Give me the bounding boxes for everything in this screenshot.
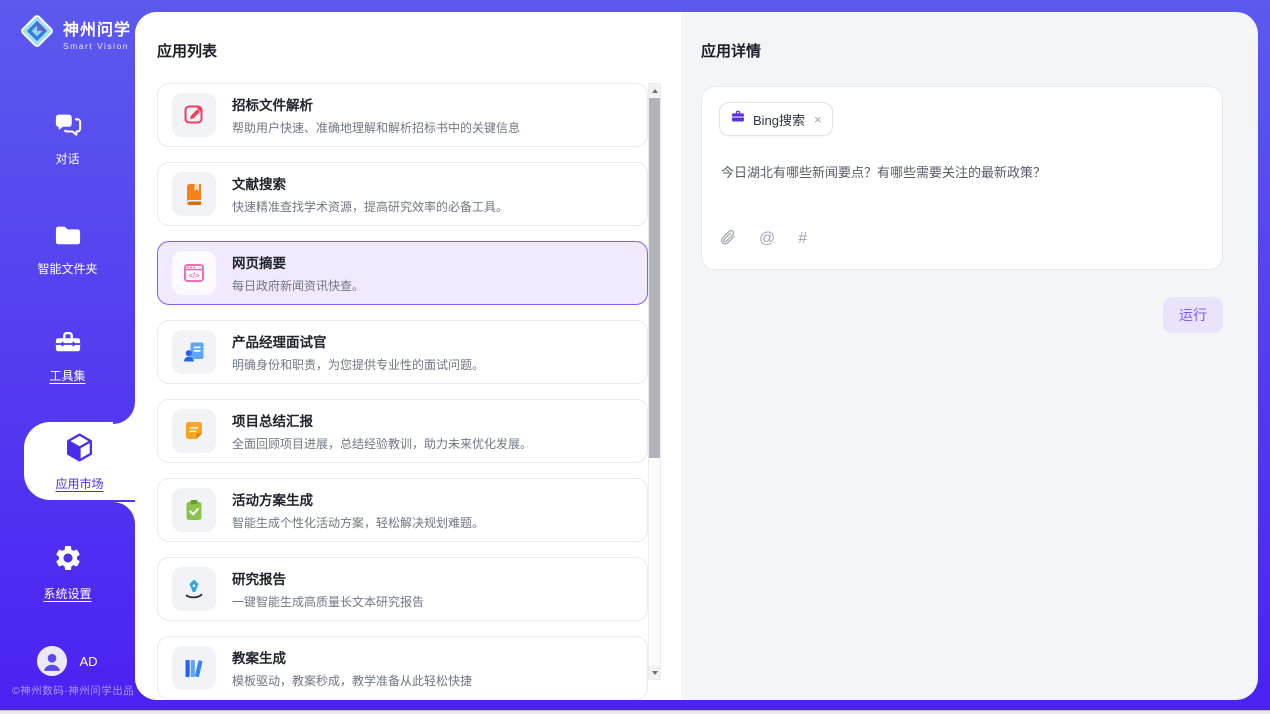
books-icon [172,646,216,690]
chat-icon [53,110,83,143]
pen-nib-icon [172,567,216,611]
paperclip-icon[interactable] [719,228,736,251]
app-card-pm-interviewer[interactable]: 产品经理面试官 明确身份和职责，为您提供专业性的面试问题。 [157,320,648,384]
app-detail-title: 应用详情 [701,40,1223,61]
tender-edit-icon [172,93,216,137]
app-detail-panel: 应用详情 Bing搜索 × 今日湖北有哪些新闻要点？有哪些需要关注的最新政策？ [681,12,1258,700]
app-card-title: 网页摘要 [232,252,364,272]
app-card-title: 文献搜索 [232,173,508,193]
app-card-description: 快速精准查找学术资源，提高研究效率的必备工具。 [232,198,508,215]
sidebar-footer: ©神州数码·神州问学出品 [12,683,134,698]
sidebar-item-label: 智能文件夹 [37,260,97,277]
sidebar-item-label: 应用市场 [55,475,103,492]
app-card-description: 智能生成个性化活动方案，轻松解决规划难题。 [232,514,484,531]
interviewer-icon [172,330,216,374]
sidebar: 神州问学 Smart Vision 对话 智能文件夹 [0,0,135,714]
app-card-description: 每日政府新闻资讯快查。 [232,277,364,294]
sidebar-item-chat[interactable]: 对话 [0,110,135,167]
tool-tag-bing-search[interactable]: Bing搜索 × [719,102,833,136]
clipboard-check-icon [172,488,216,532]
run-button[interactable]: 运行 [1163,297,1223,333]
sidebar-item-app-market: 应用市场 [0,420,135,502]
svg-text:</>: </> [189,271,200,280]
app-card-webpage-summary[interactable]: </> 网页摘要 每日政府新闻资讯快查。 [157,241,648,305]
sidebar-item-label: 系统设置 [43,585,91,602]
app-card-description: 明确身份和职责，为您提供专业性的面试问题。 [232,356,484,373]
scrollbar-down-button[interactable] [649,666,660,679]
window-bottom-edge [0,710,1270,714]
prompt-text[interactable]: 今日湖北有哪些新闻要点？有哪些需要关注的最新政策？ [721,163,1203,183]
brand-logo: 神州问学 Smart Vision [18,12,131,55]
scrollbar-up-button[interactable] [649,84,660,97]
scrollbar-thumb[interactable] [649,98,660,458]
cube-icon [63,431,96,469]
webpage-code-icon: </> [172,251,216,295]
tag-close-icon[interactable]: × [814,112,822,127]
sticky-note-icon [172,409,216,453]
brand-subtitle: Smart Vision [63,41,131,51]
app-card-project-summary[interactable]: 项目总结汇报 全面回顾项目进展，总结经验教训，助力未来优化发展。 [157,399,648,463]
app-card-lesson-plan[interactable]: 教案生成 模板驱动，教案秒成，教学准备从此轻松快捷 [157,636,648,700]
sidebar-item-app-market-button[interactable]: 应用市场 [24,422,135,500]
app-list: 招标文件解析 帮助用户快速、准确地理解和解析招标书中的关键信息 文献搜索 快速精… [157,83,648,700]
folder-icon [53,222,83,253]
sidebar-item-smart-folder[interactable]: 智能文件夹 [0,222,135,277]
person-avatar-icon [37,646,67,676]
sidebar-item-toolset[interactable]: 工具集 [0,328,135,384]
app-list-panel: 应用列表 招标文件解析 帮助用户快速、准确地理解和解析招标书中的关键信息 [135,12,681,700]
app-card-description: 模板驱动，教案秒成，教学准备从此轻松快捷 [232,672,472,689]
app-card-title: 产品经理面试官 [232,331,484,351]
sidebar-item-label: 对话 [55,150,79,167]
user-initials: AD [79,654,97,669]
app-detail-card: Bing搜索 × 今日湖北有哪些新闻要点？有哪些需要关注的最新政策？ @ # [701,86,1223,270]
bubble-notch-top [113,402,135,424]
app-card-research-report[interactable]: 研究报告 一键智能生成高质量长文本研究报告 [157,557,648,621]
tool-tag-label: Bing搜索 [753,110,805,129]
content-area: 应用列表 招标文件解析 帮助用户快速、准确地理解和解析招标书中的关键信息 [135,12,1258,700]
app-card-description: 帮助用户快速、准确地理解和解析招标书中的关键信息 [232,119,520,136]
app-list-scrollbar[interactable] [648,83,661,680]
app-card-description: 一键智能生成高质量长文本研究报告 [232,593,424,610]
app-card-title: 项目总结汇报 [232,410,532,430]
toolbox-icon [53,328,83,360]
bubble-notch-bottom [113,502,135,524]
book-icon [172,172,216,216]
user-account[interactable]: AD [0,646,135,676]
mention-icon[interactable]: @ [759,230,775,248]
app-card-literature-search[interactable]: 文献搜索 快速精准查找学术资源，提高研究效率的必备工具。 [157,162,648,226]
app-card-title: 招标文件解析 [232,94,520,114]
app-list-title: 应用列表 [157,40,217,61]
app-card-title: 研究报告 [232,568,424,588]
run-row: 运行 [701,297,1223,333]
sidebar-item-label: 工具集 [49,367,85,384]
hash-icon[interactable]: # [798,230,807,248]
sidebar-item-settings[interactable]: 系统设置 [0,543,135,602]
composer-toolbar: @ # [719,228,1205,251]
app-card-title: 教案生成 [232,647,472,667]
diamond-logo-icon [18,12,56,55]
app-card-event-plan[interactable]: 活动方案生成 智能生成个性化活动方案，轻松解决规划难题。 [157,478,648,542]
app-card-title: 活动方案生成 [232,489,484,509]
briefcase-icon [730,109,746,129]
app-card-tender-parse[interactable]: 招标文件解析 帮助用户快速、准确地理解和解析招标书中的关键信息 [157,83,648,147]
gear-icon [53,543,83,578]
brand-name: 神州问学 [63,16,131,40]
app-card-description: 全面回顾项目进展，总结经验教训，助力未来优化发展。 [232,435,532,452]
